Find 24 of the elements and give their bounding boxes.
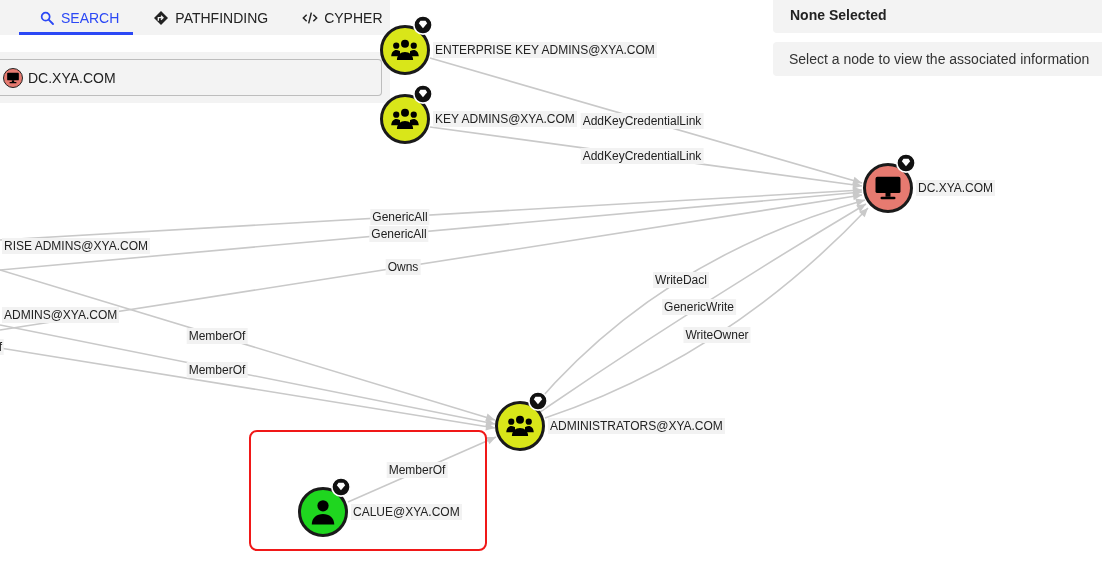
node-label: RISE ADMINS@XYA.COM (2, 238, 150, 254)
node-label: ADMINISTRATORS@XYA.COM (548, 418, 725, 434)
node-label: CALUE@XYA.COM (351, 504, 462, 520)
node-label: ENTERPRISE KEY ADMINS@XYA.COM (433, 42, 657, 58)
info-message: Select a node to view the associated information (773, 42, 1102, 76)
edge-label[interactable]: GenericAll (370, 209, 430, 225)
tab[interactable]: SEARCH (19, 0, 134, 35)
edge-label[interactable]: WriteDacl (653, 272, 709, 288)
tab[interactable]: CYPHER (282, 0, 397, 35)
edge-label[interactable]: WriteOwner (683, 327, 751, 343)
node-label: KEY ADMINS@XYA.COM (433, 111, 577, 127)
info-title: None Selected (773, 0, 1102, 33)
edge-label[interactable]: AddKeyCredentialLink (580, 148, 704, 164)
edge-label[interactable]: Owns (385, 259, 421, 275)
edge-label[interactable]: AddKeyCredentialLink (580, 113, 704, 129)
edge-label[interactable]: MemberOf (186, 328, 248, 344)
node-label: ADMINS@XYA.COM (2, 307, 120, 323)
search-field[interactable]: DC.XYA.COM (0, 59, 382, 96)
node-label: DC.XYA.COM (916, 180, 996, 196)
edge-label[interactable]: MemberOf (386, 462, 448, 478)
tab[interactable]: PATHFINDING (133, 0, 283, 35)
edge-label[interactable]: MemberOf (186, 362, 248, 378)
edge-label[interactable]: GenericWrite (662, 299, 736, 315)
edge-label[interactable]: GenericAll (369, 226, 429, 242)
